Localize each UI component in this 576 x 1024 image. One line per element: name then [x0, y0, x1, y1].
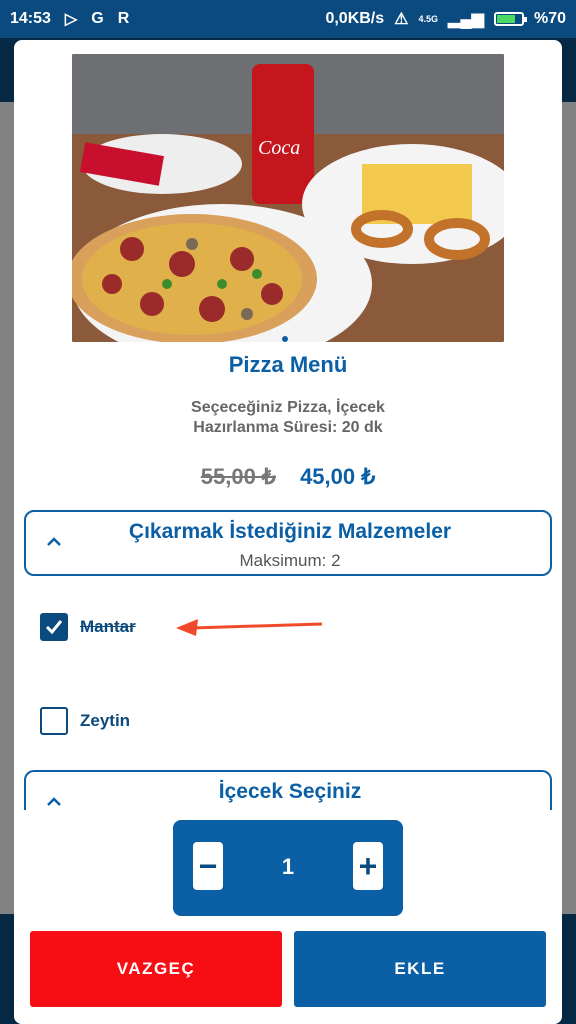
checkbox-zeytin[interactable] [40, 707, 68, 735]
svg-text:Coca: Coca [258, 137, 300, 159]
checkbox-mantar[interactable] [40, 613, 68, 641]
product-description: Seçeceğiniz Pizza, İçecek Hazırlanma Sür… [14, 398, 562, 438]
increase-quantity-button[interactable]: + [353, 842, 383, 890]
signal-label: 4.5G [418, 14, 439, 24]
option-zeytin[interactable]: Zeytin [40, 706, 130, 736]
product-title: Pizza Menü [228, 352, 348, 377]
remove-ingredients-limit: Maksimum: 2 [239, 551, 341, 570]
quantity-stepper: − 1 + [173, 820, 403, 916]
remove-ingredients-header[interactable]: Çıkarmak İstediğiniz Malzemeler Maksimum… [24, 510, 552, 576]
network-speed: 0,0KB/s [325, 10, 385, 27]
new-price: 45,00 ₺ [300, 464, 376, 489]
price-row: 55,00 ₺ 45,00 ₺ [14, 464, 562, 490]
status-bar: 14:53 ▷ G R 0,0KB/s ⚠ 4.5G ▂▄▆ %70 [0, 0, 576, 38]
signal-icon: ▂▄▆ [448, 11, 484, 28]
add-to-cart-button[interactable]: EKLE [294, 931, 546, 1007]
description-line-2: Hazırlanma Süresi: 20 dk [193, 419, 383, 436]
r-app-icon: R [117, 10, 130, 27]
product-modal: Coca Pizza Menü Seçeceğiniz Pizza, İçece… [14, 40, 562, 1024]
checkmark-icon [45, 620, 63, 635]
arrow-left-annotation-icon [176, 619, 323, 636]
description-line-1: Seçeceğiniz Pizza, İçecek [191, 399, 385, 416]
google-icon: G [91, 10, 104, 27]
clock: 14:53 [10, 10, 51, 27]
battery-percent: %70 [533, 10, 566, 27]
battery-fill [496, 15, 516, 23]
alarm-off-icon: ⚠ [394, 11, 409, 28]
image-pager-dot [282, 336, 288, 342]
product-image: Coca [72, 54, 504, 342]
option-label-mantar: Mantar [80, 617, 136, 636]
old-price: 55,00 ₺ [200, 464, 276, 489]
play-icon: ▷ [64, 11, 78, 28]
remove-ingredients-title: Çıkarmak İstediğiniz Malzemeler [128, 520, 452, 543]
battery-icon [493, 12, 527, 26]
drink-section-title: İçecek Seçiniz [218, 780, 362, 803]
option-mantar[interactable]: Mantar [40, 612, 136, 642]
cancel-button[interactable]: VAZGEÇ [30, 931, 282, 1007]
option-label-zeytin: Zeytin [80, 711, 131, 730]
